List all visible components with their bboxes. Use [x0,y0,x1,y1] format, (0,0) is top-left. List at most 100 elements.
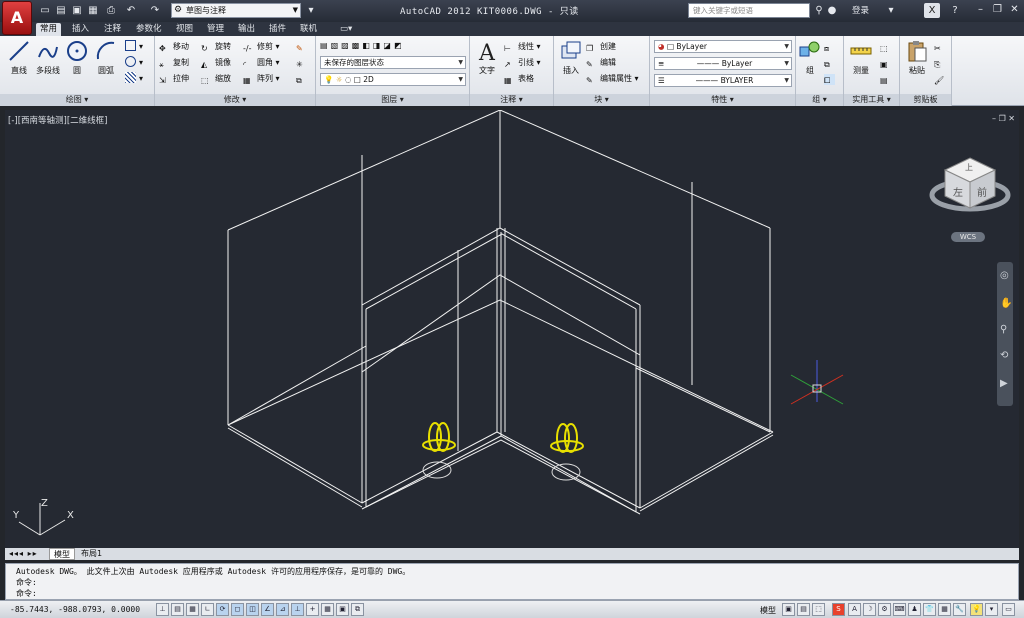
arc-button[interactable]: 圆弧 [92,39,120,76]
match-properties-button[interactable]: 🖌 [934,72,948,86]
measure-button[interactable]: 测量 [848,39,874,76]
tools-button[interactable]: 🔧 [953,603,966,616]
wcs-menu[interactable]: WCS [951,232,985,242]
lineweight-button[interactable]: + [306,603,319,616]
annotation-scale-button[interactable]: ⬚ [812,603,825,616]
exchange-icon[interactable]: X [924,3,940,18]
edit-attributes-button[interactable]: ✎ 编辑属性 ▾ [586,72,639,86]
layers-panel-title[interactable]: 图层 ▾ [316,94,469,106]
grid-settings-button[interactable]: ▦ [938,603,951,616]
cut-button[interactable]: ✂ [934,40,948,54]
table-button[interactable]: ▦ 表格 [504,72,534,86]
annotation-panel-title[interactable]: 注释 ▾ [470,94,553,106]
saveas-icon[interactable]: ▦ [86,4,100,17]
edit-block-button[interactable]: ✎ 编辑 [586,56,616,70]
dynamic-ucs-button[interactable]: ⊿ [276,603,289,616]
group-edit-button[interactable]: ⧉ [824,56,838,70]
layer-dropdown[interactable]: 💡 ☼ ◌ □ 2D ▼ [320,73,466,86]
polar-tracking-button[interactable]: ⟳ [216,603,229,616]
viewcube[interactable]: 上 左 前 [925,150,1015,230]
insert-block-button[interactable]: 插入 [558,39,584,76]
move-button[interactable]: ✥ 移动 [159,40,189,54]
object-snap-button[interactable]: ◻ [231,603,244,616]
tab-annotate[interactable]: 注释 [100,23,125,36]
ribbon-options-icon[interactable]: ▭▾ [336,23,356,36]
paste-button[interactable]: 粘贴 [904,39,930,76]
mirror-button[interactable]: ◭ 镜像 [201,56,231,70]
hardware-acceleration-button[interactable]: ♟ [908,603,921,616]
erase-button[interactable]: ✎ [296,40,310,54]
drawing-viewport[interactable]: [-][西南等轴测][二维线框] – ❐ ✕ Z X Y 上 左 前 WCS ◎… [5,110,1019,548]
showmotion-icon[interactable]: ▶ [1000,378,1008,389]
new-icon[interactable]: ▭ [38,4,52,17]
workspace-switch-button[interactable]: ⚙ [878,603,891,616]
toolbar-lock-button[interactable]: ⌨ [893,603,906,616]
tab-view[interactable]: 视图 [172,23,197,36]
ime-icon[interactable]: S [832,603,845,616]
snap-mode-button[interactable]: ▤ [171,603,184,616]
tab-layout1[interactable]: 布局1 [77,548,106,560]
offset-button[interactable]: ⧉ [296,72,310,86]
search-input[interactable]: 键入关键字或短语 [688,3,810,18]
group-button[interactable]: 组 [798,39,822,76]
isolate-objects-button[interactable]: 👕 [923,603,936,616]
line-button[interactable]: 直线 [4,39,34,76]
tab-plugins[interactable]: 插件 [265,23,290,36]
explode-button[interactable]: ✳ [296,56,310,70]
clipboard-panel-title[interactable]: 剪贴板 [900,94,951,106]
stretch-button[interactable]: ⇲ 拉伸 [159,72,189,86]
command-prompt-2[interactable]: 命令: [16,588,37,599]
help-icon[interactable]: ? [948,3,962,18]
text-button[interactable]: A 文字 [474,39,500,76]
command-line[interactable]: Autodesk DWG。 此文件上次由 Autodesk 应用程序或 Auto… [5,563,1019,600]
layer-tools[interactable]: ▤▧▨▩◧◨◪◩ [320,39,405,53]
quick-select-button[interactable]: ⬚ [880,40,894,54]
minimize-button[interactable]: – [972,2,989,17]
tab-insert[interactable]: 插入 [68,23,93,36]
steering-wheel-icon[interactable]: ◎ [1000,270,1009,281]
infer-constraints-button[interactable]: ⊥ [156,603,169,616]
ungroup-button[interactable]: ⧈ [824,40,838,54]
restore-button[interactable]: ❐ [989,2,1006,17]
color-dropdown[interactable]: ◕ □ ByLayer ▼ [654,40,792,53]
workspace-dropdown[interactable]: ⚙ 草图与注释 ▼ [171,3,301,18]
grid-display-button[interactable]: ▦ [186,603,199,616]
status-menu-button[interactable]: ▾ [985,603,998,616]
lineweight-dropdown[interactable]: ☰ ——— BYLAYER ▼ [654,74,792,87]
copy-clip-button[interactable]: ⎘ [934,56,948,70]
block-panel-title[interactable]: 块 ▾ [554,94,649,106]
group-selection-button[interactable]: ⧠ [824,72,838,86]
annotation-visibility-button[interactable]: A [848,603,861,616]
tab-home[interactable]: 常用 [36,23,62,36]
transparency-button[interactable]: ▦ [321,603,334,616]
open-icon[interactable]: ▤ [54,4,68,17]
draw-panel-title[interactable]: 绘图 ▾ [0,94,154,106]
scale-button[interactable]: ⬚ 缩放 [201,72,231,86]
trim-button[interactable]: -/- 修剪 ▾ [243,40,280,54]
rectangle-button[interactable]: ▾ [125,40,143,54]
selection-cycling-button[interactable]: ⧉ [351,603,364,616]
auto-scale-button[interactable]: ☽ [863,603,876,616]
layout-nav-arrows[interactable]: ◂◂◂ ▸▸ [5,548,42,560]
quick-access-more-icon[interactable]: ▾ [304,4,318,17]
lightbulb-status-icon[interactable]: 💡 [970,603,983,616]
linetype-dropdown[interactable]: ≡ ——— ByLayer ▼ [654,57,792,70]
tab-output[interactable]: 输出 [234,23,259,36]
3d-object-snap-button[interactable]: ◫ [246,603,259,616]
circle-button[interactable]: 圆 [64,39,90,76]
calculator-button[interactable]: ▤ [880,72,894,86]
utilities-panel-title[interactable]: 实用工具 ▾ [844,94,899,106]
hatch-button[interactable]: ▾ [125,56,143,70]
clean-screen-button[interactable]: ▭ [1002,603,1015,616]
redo-icon[interactable]: ↷ [148,4,162,17]
dropdown-icon[interactable]: ▾ [884,3,898,18]
coordinate-readout[interactable]: -85.7443, -988.0793, 0.0000 [10,605,140,614]
close-button[interactable]: ✕ [1006,2,1023,17]
dynamic-input-button[interactable]: ⊥ [291,603,304,616]
zoom-icon[interactable]: ⚲ [1000,324,1007,335]
create-block-button[interactable]: ❐ 创建 [586,40,616,54]
pan-icon[interactable]: ✋ [1000,298,1012,309]
undo-icon[interactable]: ↶ [124,4,138,17]
gradient-button[interactable]: ▾ [125,72,143,86]
binoculars-icon[interactable]: ⚲ [812,3,826,18]
